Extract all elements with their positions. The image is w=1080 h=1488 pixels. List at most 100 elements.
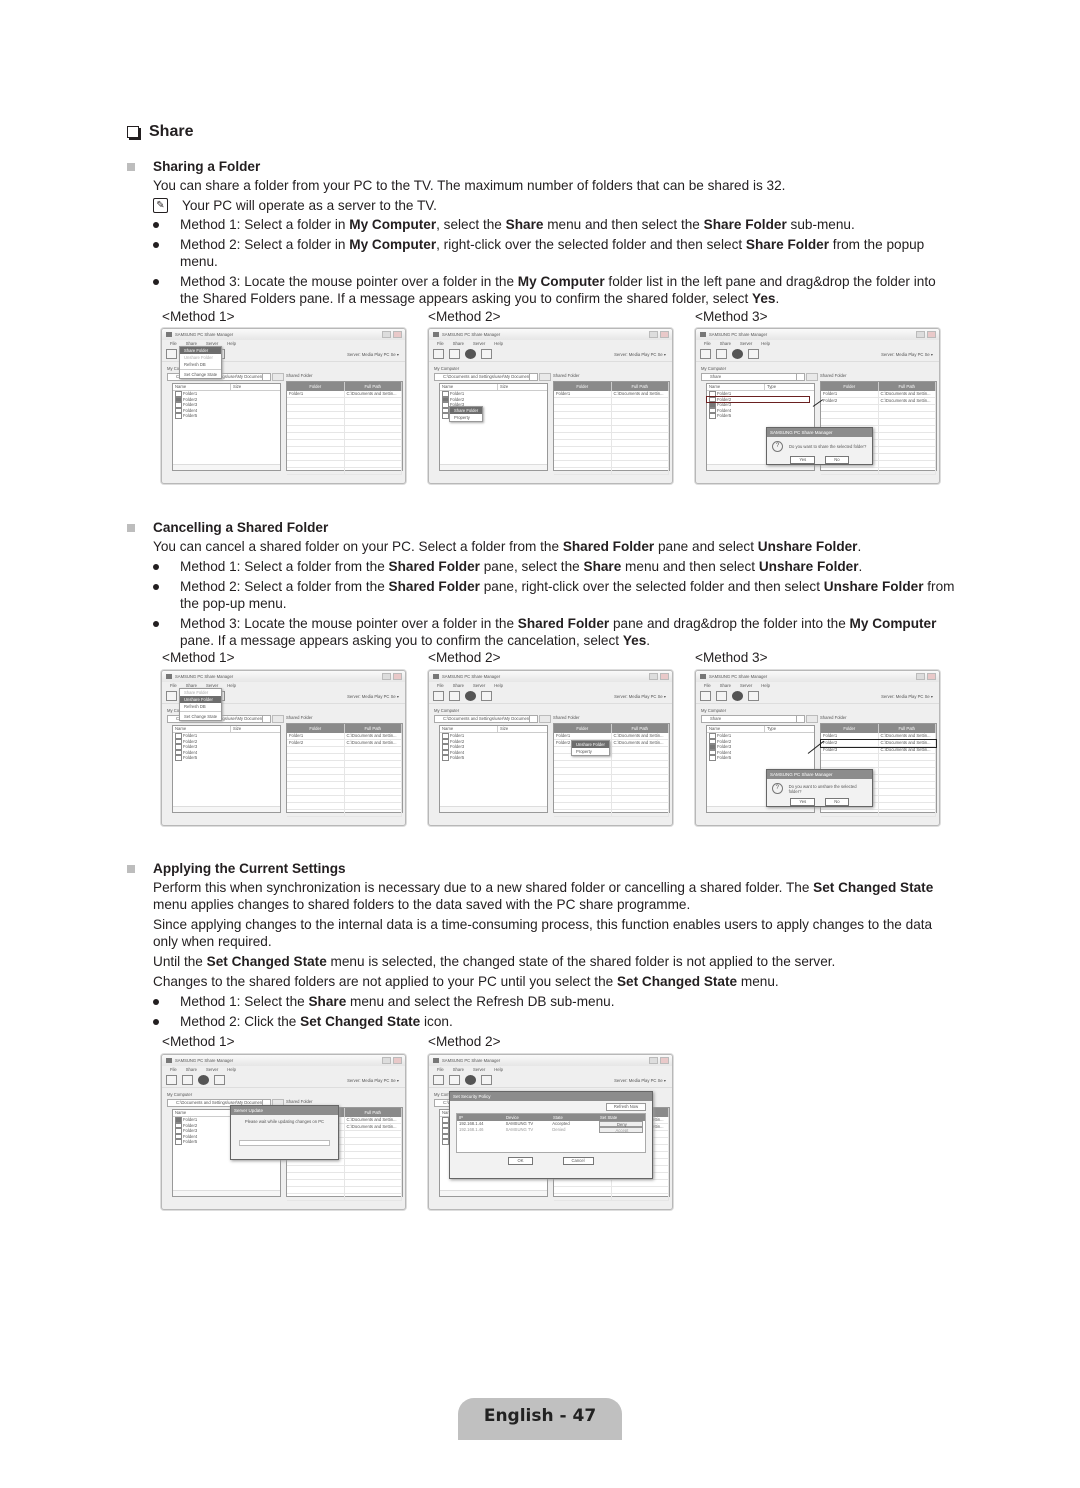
column-header[interactable]: Folder	[287, 382, 345, 391]
up-folder-button[interactable]	[539, 715, 551, 723]
path-field[interactable]: Share	[701, 373, 804, 381]
column-header[interactable]: Name	[440, 384, 498, 390]
server-select[interactable]: Media Play PC Se	[362, 1078, 396, 1083]
share-menu-item[interactable]: Set Change State	[180, 371, 221, 378]
shared-row[interactable]: Folder3 C:\Documents and Settin...	[821, 747, 936, 754]
shared-row[interactable]: Folder1C:\Documents and Settin...	[821, 733, 936, 740]
column-header[interactable]: Name	[707, 726, 765, 732]
menu-share[interactable]: Share	[453, 1067, 464, 1072]
folder-row[interactable]: Folder5	[707, 755, 814, 761]
up-folder-button[interactable]	[806, 373, 818, 381]
path-dropdown-button[interactable]	[796, 373, 805, 381]
column-header[interactable]: Name	[173, 384, 231, 390]
context-menu-item[interactable]: Property	[450, 414, 482, 421]
unshare-folder-icon[interactable]	[449, 691, 460, 701]
column-header[interactable]: Folder	[821, 724, 879, 733]
refresh-now-button[interactable]: Refresh Now	[606, 1103, 646, 1111]
share-menu-item[interactable]: Unshare Folder	[180, 354, 221, 361]
menu-help[interactable]: Help	[227, 341, 236, 346]
horizontal-scrollbar[interactable]	[173, 806, 280, 812]
menu-file[interactable]: File	[704, 683, 711, 688]
minimize-button[interactable]	[649, 1057, 658, 1064]
unshare-folder-icon[interactable]	[716, 349, 727, 359]
minimize-button[interactable]	[382, 673, 391, 680]
path-dropdown-button[interactable]	[529, 373, 538, 381]
up-folder-button[interactable]	[539, 373, 551, 381]
menu-help[interactable]: Help	[494, 1067, 503, 1072]
minimize-button[interactable]	[916, 673, 925, 680]
column-header[interactable]: Size	[231, 726, 241, 732]
set-changed-state-icon[interactable]	[748, 691, 759, 701]
close-button[interactable]	[660, 673, 669, 680]
share-menu-item[interactable]: Share Folder	[180, 689, 221, 696]
menu-server[interactable]: Server	[740, 341, 752, 346]
close-button[interactable]	[927, 331, 936, 338]
share-folder-icon[interactable]	[700, 691, 711, 701]
server-select[interactable]: Media Play PC Se	[362, 694, 396, 699]
column-header[interactable]: Full Path	[345, 382, 402, 391]
minimize-button[interactable]	[649, 331, 658, 338]
server-select[interactable]: Media Play PC Se	[896, 352, 930, 357]
share-folder-icon[interactable]	[166, 691, 177, 701]
horizontal-scrollbar[interactable]	[440, 464, 547, 470]
share-folder-icon[interactable]	[433, 691, 444, 701]
menu-server[interactable]: Server	[740, 683, 752, 688]
server-select[interactable]: Media Play PC Se	[629, 352, 663, 357]
yes-button[interactable]: Yes	[790, 798, 816, 806]
up-folder-button[interactable]	[806, 715, 818, 723]
close-button[interactable]	[393, 1057, 402, 1064]
path-field[interactable]: C:\Documents and Settings\user\My Docume…	[434, 715, 537, 723]
minimize-button[interactable]	[916, 331, 925, 338]
column-header[interactable]: Name	[173, 726, 231, 732]
no-button[interactable]: No	[825, 798, 849, 806]
shared-row[interactable]: Folder2C:\Documents and Settin...	[287, 740, 402, 747]
set-changed-state-icon[interactable]	[481, 1075, 492, 1085]
set-state-button[interactable]: Accept	[598, 1127, 643, 1133]
share-folder-icon[interactable]	[433, 1075, 444, 1085]
share-folder-icon[interactable]	[166, 349, 177, 359]
shared-row[interactable]: Folder1C:\Documents and Settin...	[821, 391, 936, 398]
shared-row[interactable]: Folder2C:\Documents and Settin...	[820, 739, 937, 748]
minimize-button[interactable]	[649, 673, 658, 680]
path-dropdown-button[interactable]	[262, 373, 271, 381]
server-select[interactable]: Media Play PC Se	[896, 694, 930, 699]
column-header[interactable]: Full Path	[345, 724, 402, 733]
column-header[interactable]: Folder	[554, 724, 612, 733]
path-dropdown-button[interactable]	[796, 715, 805, 723]
context-menu-item[interactable]: Unshare Folder	[572, 741, 609, 748]
server-select[interactable]: Media Play PC Se	[362, 352, 396, 357]
menu-file[interactable]: File	[170, 341, 177, 346]
minimize-button[interactable]	[382, 1057, 391, 1064]
column-header[interactable]: Full Path	[345, 1108, 402, 1117]
refresh-icon[interactable]	[465, 1075, 476, 1085]
close-button[interactable]	[660, 331, 669, 338]
shared-row[interactable]: Folder1C:\Documents and Settin...	[554, 733, 669, 740]
close-button[interactable]	[927, 673, 936, 680]
set-changed-state-icon[interactable]	[748, 349, 759, 359]
share-folder-icon[interactable]	[433, 349, 444, 359]
folder-row[interactable]: Folder5	[707, 413, 814, 419]
close-button[interactable]	[660, 1057, 669, 1064]
path-dropdown-button[interactable]	[529, 715, 538, 723]
column-header[interactable]: Name	[173, 1110, 231, 1116]
shared-row[interactable]: Folder1C:\Documents and Settin...	[287, 733, 402, 740]
cancel-button[interactable]: Cancel	[562, 1157, 594, 1165]
set-changed-state-icon[interactable]	[481, 691, 492, 701]
up-folder-button[interactable]	[272, 715, 284, 723]
unshare-folder-icon[interactable]	[449, 349, 460, 359]
refresh-icon[interactable]	[465, 691, 476, 701]
column-header[interactable]: Folder	[821, 382, 879, 391]
horizontal-scrollbar[interactable]	[173, 464, 280, 470]
horizontal-scrollbar[interactable]	[440, 806, 547, 812]
menu-file[interactable]: File	[704, 341, 711, 346]
set-changed-state-icon[interactable]	[481, 349, 492, 359]
share-folder-icon[interactable]	[700, 349, 711, 359]
column-header[interactable]: Name	[440, 726, 498, 732]
menu-server[interactable]: Server	[473, 683, 485, 688]
no-button[interactable]: No	[825, 456, 849, 464]
share-folder-icon[interactable]	[166, 1075, 177, 1085]
path-field[interactable]: Share	[701, 715, 804, 723]
close-button[interactable]	[393, 331, 402, 338]
menu-help[interactable]: Help	[494, 683, 503, 688]
menu-file[interactable]: File	[437, 1067, 444, 1072]
